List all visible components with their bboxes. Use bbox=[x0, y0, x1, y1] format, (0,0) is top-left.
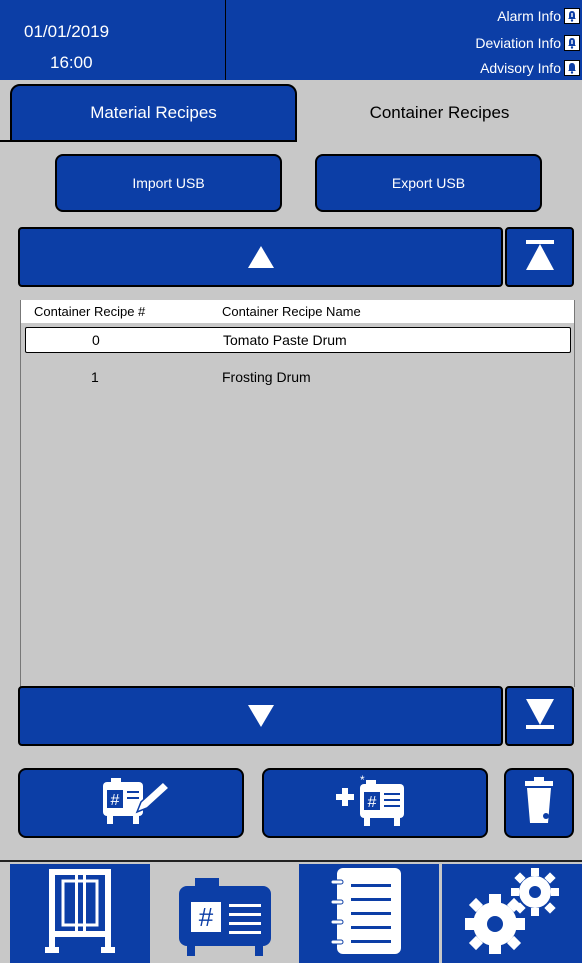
alarm-info-label: Alarm Info bbox=[497, 8, 561, 24]
edit-recipe-button[interactable]: # bbox=[18, 768, 244, 838]
scroll-to-bottom-icon bbox=[525, 698, 554, 734]
tab-underline bbox=[0, 140, 10, 142]
table-row[interactable]: 0 Tomato Paste Drum bbox=[25, 327, 571, 353]
recipe-name: Frosting Drum bbox=[222, 369, 311, 385]
container-recipe-list[interactable]: Container Recipe # Container Recipe Name… bbox=[20, 300, 575, 687]
recipe-number: 0 bbox=[92, 332, 100, 348]
export-usb-button[interactable]: Export USB bbox=[315, 154, 542, 212]
table-row[interactable]: 1 Frosting Drum bbox=[25, 364, 571, 390]
date-display: 01/01/2019 bbox=[24, 22, 110, 41]
tab-container-label: Container Recipes bbox=[369, 103, 510, 122]
log-notebook-icon bbox=[330, 866, 407, 961]
deviation-bell-icon bbox=[564, 35, 580, 51]
alarm-bell-icon bbox=[564, 8, 580, 24]
advisory-info-button[interactable]: Advisory Info bbox=[480, 58, 580, 78]
tab-material-label: Material Recipes bbox=[90, 103, 217, 122]
triangle-up-icon bbox=[247, 246, 274, 268]
add-recipe-button[interactable]: # * bbox=[262, 768, 488, 838]
header-divider bbox=[225, 0, 226, 80]
time-display: 16:00 bbox=[50, 53, 93, 72]
advisory-info-label: Advisory Info bbox=[480, 60, 561, 76]
nav-machine-button[interactable] bbox=[10, 864, 150, 963]
alarm-info-button[interactable]: Alarm Info bbox=[497, 6, 580, 26]
scroll-up-button[interactable] bbox=[18, 227, 503, 287]
svg-text:#: # bbox=[111, 792, 120, 809]
column-header-name: Container Recipe Name bbox=[222, 304, 361, 319]
list-header: Container Recipe # Container Recipe Name bbox=[21, 300, 574, 323]
scroll-down-button[interactable] bbox=[18, 686, 503, 746]
trash-can-icon bbox=[524, 776, 554, 830]
gears-icon bbox=[457, 866, 567, 961]
machine-icon bbox=[45, 867, 115, 960]
svg-text:#: # bbox=[198, 902, 213, 932]
scroll-to-top-button[interactable] bbox=[505, 227, 574, 287]
edit-recipe-icon: # bbox=[91, 776, 171, 831]
svg-text:#: # bbox=[368, 794, 377, 811]
nav-divider bbox=[0, 860, 582, 862]
nav-settings-button[interactable] bbox=[442, 864, 582, 963]
add-recipe-icon: # * bbox=[330, 773, 420, 833]
recipe-number: 1 bbox=[91, 369, 99, 385]
delete-recipe-button[interactable] bbox=[504, 768, 574, 838]
nav-log-button[interactable] bbox=[299, 864, 439, 963]
deviation-info-label: Deviation Info bbox=[475, 35, 561, 51]
advisory-bell-icon bbox=[564, 60, 580, 76]
recipes-icon: # bbox=[175, 866, 275, 961]
triangle-down-icon bbox=[247, 705, 274, 727]
tab-container-recipes[interactable]: Container Recipes bbox=[297, 84, 582, 142]
scroll-to-top-icon bbox=[525, 239, 554, 275]
deviation-info-button[interactable]: Deviation Info bbox=[475, 33, 580, 53]
import-usb-label: Import USB bbox=[132, 175, 205, 191]
header-bar: 01/01/2019 16:00 Alarm Info Deviation In… bbox=[0, 0, 582, 80]
scroll-to-bottom-button[interactable] bbox=[505, 686, 574, 746]
recipe-name: Tomato Paste Drum bbox=[223, 332, 347, 348]
import-usb-button[interactable]: Import USB bbox=[55, 154, 282, 212]
export-usb-label: Export USB bbox=[391, 175, 466, 191]
svg-text:*: * bbox=[360, 774, 365, 787]
nav-recipes-button[interactable]: # bbox=[153, 864, 296, 963]
column-header-number: Container Recipe # bbox=[34, 304, 146, 319]
tab-material-recipes[interactable]: Material Recipes bbox=[10, 84, 297, 142]
